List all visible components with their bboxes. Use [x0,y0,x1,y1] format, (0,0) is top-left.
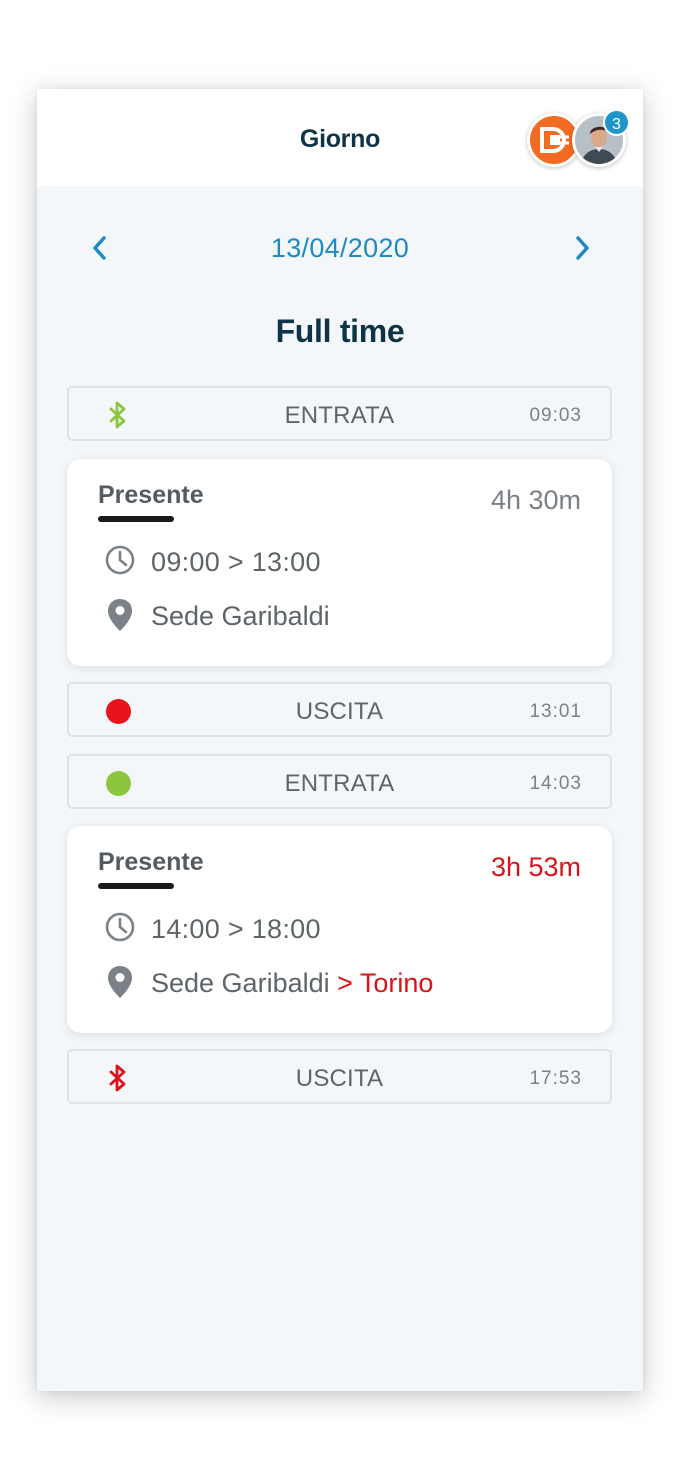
notification-badge[interactable]: 3 [603,109,630,136]
shift-hours: 09:00 > 13:00 [151,547,321,577]
event-time: 14:03 [529,773,582,794]
current-date[interactable]: 13/04/2020 [37,233,643,264]
event-time: 13:01 [529,701,582,722]
schedule-title: Full time [275,313,405,349]
location-pin-icon [107,965,133,999]
clock-icon [104,544,136,576]
location-pin-icon [107,598,133,632]
top-bar: Giorno 3 [37,89,643,186]
shift-duration: 3h 53m [490,852,581,882]
shift-card[interactable]: Presente 4h 30m 09:00 > 13:00 Sede Garib… [67,459,612,666]
status-underline [98,883,174,889]
event-row-entrata[interactable]: ENTRATA 14:03 [67,754,612,809]
shift-location: Sede Garibaldi [151,601,330,632]
shift-status: Presente [98,481,204,509]
location-extra: > Torino [329,968,434,998]
shift-status: Presente [98,848,204,876]
event-row-uscita[interactable]: USCITA 17:53 [67,1049,612,1104]
event-row-entrata[interactable]: ENTRATA 09:03 [67,386,612,441]
location-name: Sede Garibaldi [151,968,330,998]
event-time: 09:03 [529,405,582,426]
location-name: Sede Garibaldi [151,601,330,631]
shift-duration: 4h 30m [490,485,581,515]
next-day-chevron-right-icon[interactable] [571,234,595,262]
clock-icon [104,911,136,943]
event-time: 17:53 [529,1068,582,1089]
phone-screen: Giorno 3 13/04/2020 Full time ENTRATA 09… [37,89,643,1391]
shift-location: Sede Garibaldi > Torino [151,968,433,999]
shift-hours: 14:00 > 18:00 [151,914,321,944]
event-row-uscita[interactable]: USCITA 13:01 [67,682,612,737]
shift-card[interactable]: Presente 3h 53m 14:00 > 18:00 Sede Garib… [67,826,612,1033]
status-underline [98,516,174,522]
